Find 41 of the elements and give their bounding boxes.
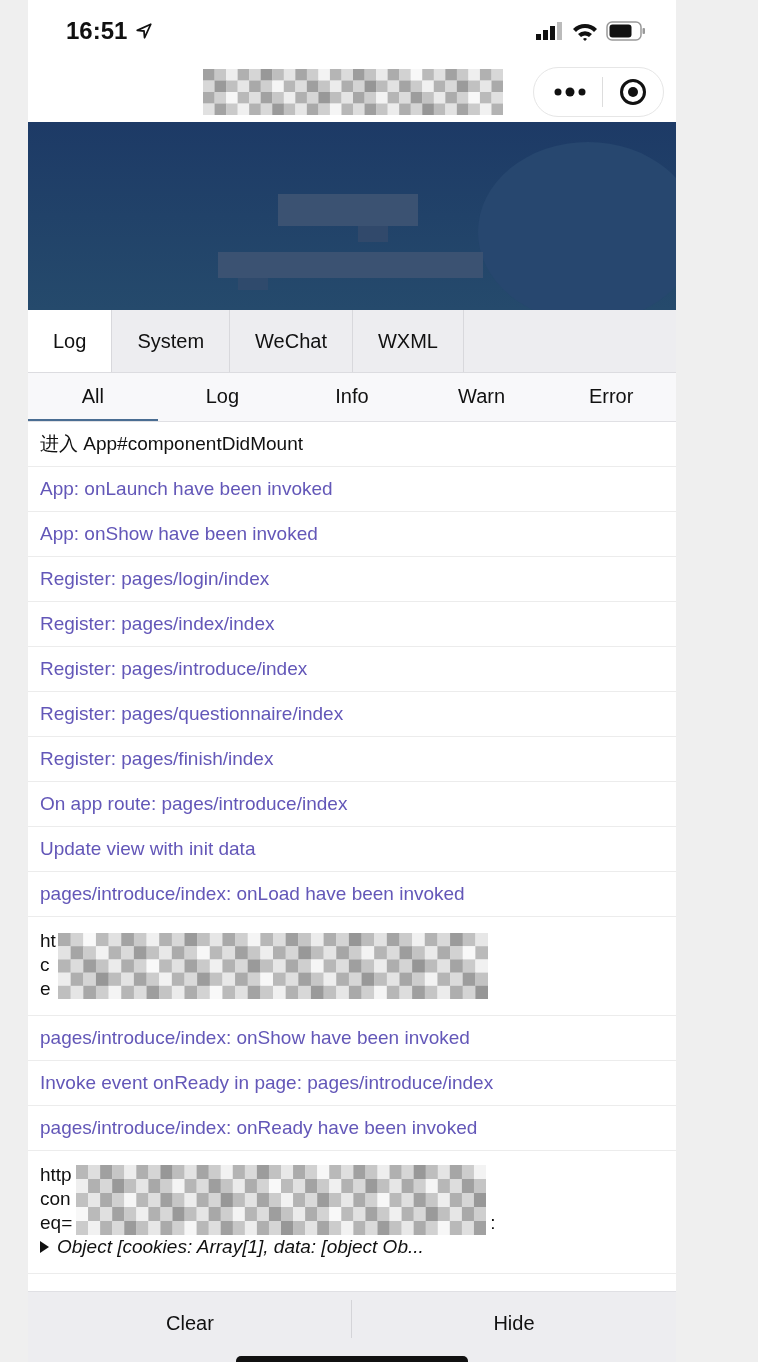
toolbar-button[interactable]: Hide bbox=[352, 1292, 676, 1362]
log-entry: App: onLaunch have been invoked bbox=[28, 467, 676, 512]
tab[interactable]: System bbox=[112, 310, 231, 372]
log-entry: Register: pages/questionnaire/index bbox=[28, 692, 676, 737]
log-entry: pages/introduce/index: onLoad have been invoked bbox=[28, 872, 676, 917]
log-text: http bbox=[40, 1163, 72, 1187]
filter-tab[interactable]: Info bbox=[287, 373, 417, 421]
battery-icon bbox=[606, 21, 646, 41]
log-entry: pages/introduce/index: onShow have been invoked bbox=[28, 1016, 676, 1061]
close-icon[interactable] bbox=[619, 78, 647, 106]
log-entry: Register: pages/introduce/index bbox=[28, 647, 676, 692]
status-time: 16:51 bbox=[66, 17, 128, 45]
filter-tab[interactable]: All bbox=[28, 373, 158, 421]
log-text: e bbox=[40, 977, 51, 1001]
tab[interactable]: WXML bbox=[352, 310, 464, 372]
log-entry: Register: pages/index/index bbox=[28, 602, 676, 647]
log-entry: 进入 App#componentDidMount bbox=[28, 422, 676, 467]
log-text: : bbox=[490, 1211, 496, 1235]
filter-tab[interactable]: Log bbox=[157, 373, 288, 421]
log-text: eq= bbox=[40, 1211, 73, 1235]
filter-tab[interactable]: Warn bbox=[416, 373, 547, 421]
expand-triangle-icon[interactable] bbox=[40, 1241, 49, 1253]
log-text: c bbox=[40, 953, 50, 977]
log-entry: On app route: pages/introduce/index bbox=[28, 782, 676, 827]
signal-icon bbox=[536, 22, 564, 40]
toolbar-button[interactable]: Clear bbox=[28, 1292, 352, 1362]
log-entry: Invoke event onReady in page: pages/introduce/index bbox=[28, 1061, 676, 1106]
log-entry: pages/introduce/index: onReady have been invoked bbox=[28, 1106, 676, 1151]
object-summary[interactable]: Object [cookies: Array[1], data: [object Ob... bbox=[57, 1235, 424, 1259]
tab[interactable]: Log bbox=[28, 310, 113, 372]
log-text: ht bbox=[40, 929, 56, 953]
log-entry: Register: pages/finish/index bbox=[28, 737, 676, 782]
log-entry: Update view with init data bbox=[28, 827, 676, 872]
wifi-icon bbox=[572, 21, 598, 41]
tab[interactable]: WeChat bbox=[230, 310, 353, 372]
log-entry: App: onShow have been invoked bbox=[28, 512, 676, 557]
log-text: con bbox=[40, 1187, 71, 1211]
log-entry: Register: pages/login/index bbox=[28, 557, 676, 602]
more-icon[interactable] bbox=[554, 87, 586, 97]
filter-tab[interactable]: Error bbox=[546, 373, 676, 421]
location-arrow-icon bbox=[135, 22, 154, 40]
